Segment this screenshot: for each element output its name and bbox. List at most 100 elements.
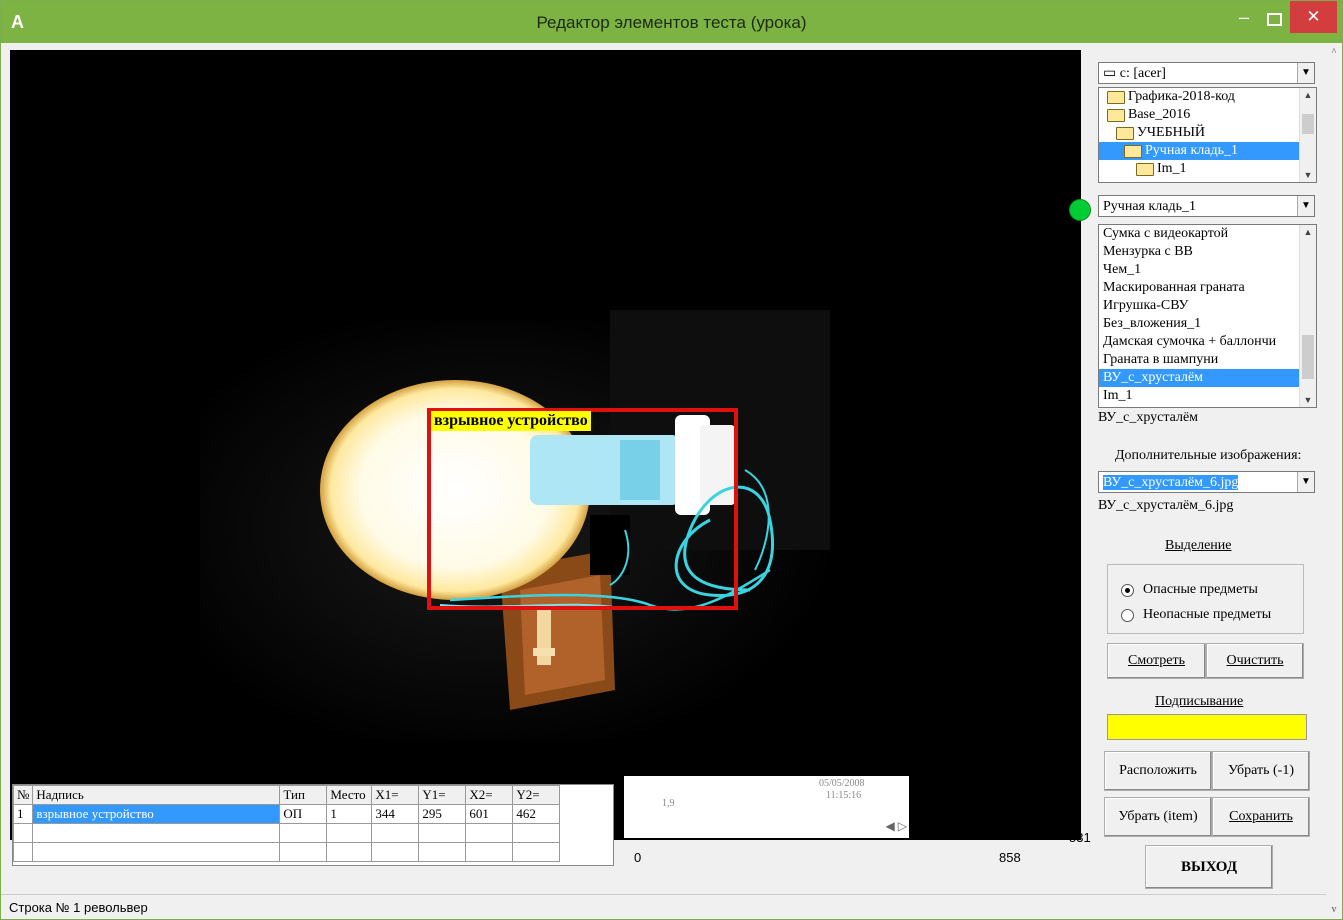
- list-item[interactable]: Без_вложения_1: [1099, 315, 1316, 333]
- cell[interactable]: [12, 823, 34, 843]
- cell[interactable]: взрывное устройство: [32, 804, 281, 824]
- cell[interactable]: [279, 823, 328, 843]
- cell[interactable]: ОП: [279, 804, 328, 824]
- annotations-grid[interactable]: № Надпись Тип Место X1= Y1= X2= Y2= 1 вз…: [12, 784, 614, 866]
- cell[interactable]: [512, 823, 561, 843]
- folder-select[interactable]: Ручная кладь_1 ▼: [1098, 195, 1315, 217]
- list-item[interactable]: Дамская сумочка + баллончи: [1099, 333, 1316, 351]
- col-caption[interactable]: Надпись: [32, 785, 281, 805]
- scroll-thumb[interactable]: [1302, 114, 1314, 134]
- radio-off-icon[interactable]: [1121, 608, 1134, 622]
- folder-list[interactable]: Графика-2018-код Base_2016 УЧЕБНЫЙ Ручна…: [1098, 87, 1317, 183]
- folder-item[interactable]: Base_2016: [1099, 106, 1316, 124]
- cell[interactable]: [32, 842, 281, 862]
- view-button[interactable]: Смотреть: [1107, 643, 1206, 679]
- cell[interactable]: [512, 842, 561, 862]
- cell[interactable]: [12, 842, 34, 862]
- folder-icon: [1124, 144, 1142, 158]
- range-max: 858: [999, 850, 1021, 865]
- scroll-up-icon[interactable]: ▲: [1300, 227, 1316, 237]
- remove-one-button[interactable]: Убрать (-1): [1212, 751, 1310, 791]
- annotation-box[interactable]: [427, 408, 738, 610]
- extra-image-current: ВУ_с_хрусталём_6.jpg: [1098, 498, 1234, 513]
- window-title: Редактор элементов теста (урока): [536, 13, 807, 32]
- cell[interactable]: 462: [512, 804, 561, 824]
- list-item[interactable]: Сумка с видеокартой: [1099, 225, 1316, 243]
- folder-item[interactable]: Im_1: [1099, 160, 1316, 178]
- drive-select[interactable]: ▭ c: [acer] ▼: [1098, 62, 1315, 84]
- scroll-down-icon[interactable]: ▼: [1300, 170, 1316, 180]
- chevron-down-icon[interactable]: ▼: [1297, 472, 1314, 492]
- chevron-down-icon[interactable]: ▼: [1297, 196, 1314, 216]
- save-button[interactable]: Сохранить: [1212, 797, 1310, 837]
- cell[interactable]: [465, 842, 514, 862]
- thumbnail-strip[interactable]: 1,9 05/05/2008 11:15:16 ◀ ▷: [624, 776, 909, 838]
- radio-safe[interactable]: Неопасные предметы: [1121, 607, 1271, 623]
- cell[interactable]: 601: [465, 804, 514, 824]
- cell[interactable]: 344: [371, 804, 420, 824]
- col-y2[interactable]: Y2=: [512, 785, 561, 805]
- cell[interactable]: 1: [12, 804, 34, 824]
- remove-item-button[interactable]: Убрать (item): [1104, 797, 1212, 837]
- list-item[interactable]: Игрушка-СВУ: [1099, 297, 1316, 315]
- file-scrollbar[interactable]: ▲ ▼: [1299, 225, 1316, 407]
- thumb-date: 05/05/2008: [819, 778, 865, 789]
- image-canvas[interactable]: взрывное устройство: [10, 50, 1081, 840]
- col-type[interactable]: Тип: [279, 785, 328, 805]
- cell[interactable]: 1: [326, 804, 373, 824]
- caption-input[interactable]: [1107, 714, 1307, 740]
- cell[interactable]: [465, 823, 514, 843]
- exit-button[interactable]: ВЫХОД: [1145, 845, 1273, 889]
- list-item[interactable]: Чем_1: [1099, 261, 1316, 279]
- col-x1[interactable]: X1=: [371, 785, 420, 805]
- right-panel: ▭ c: [acer] ▼ Графика-2018-код Base_2016…: [1069, 43, 1326, 893]
- cell[interactable]: [326, 842, 373, 862]
- cell[interactable]: [418, 842, 467, 862]
- maximize-button[interactable]: [1259, 7, 1289, 39]
- col-num[interactable]: №: [12, 785, 34, 805]
- scroll-up-icon[interactable]: ▲: [1300, 90, 1316, 100]
- radio-on-icon[interactable]: [1121, 583, 1134, 597]
- cell[interactable]: [32, 823, 281, 843]
- current-file: ВУ_с_хрусталём: [1098, 410, 1199, 425]
- chevron-down-icon[interactable]: ▼: [1297, 63, 1314, 83]
- window-scrollbar[interactable]: ^ v: [1326, 43, 1342, 919]
- scroll-thumb[interactable]: [1302, 335, 1314, 379]
- folder-scrollbar[interactable]: ▲ ▼: [1299, 88, 1316, 182]
- cell[interactable]: 295: [418, 804, 467, 824]
- list-item[interactable]: Мензурка с ВВ: [1099, 243, 1316, 261]
- cell[interactable]: [326, 823, 373, 843]
- extra-image-select[interactable]: ВУ_с_хрусталём_6.jpg ▼: [1098, 471, 1315, 493]
- minimize-button[interactable]: –: [1229, 7, 1259, 39]
- scroll-down-icon[interactable]: v: [1326, 904, 1342, 915]
- cell[interactable]: [371, 823, 420, 843]
- cell[interactable]: [418, 823, 467, 843]
- list-item[interactable]: Маскированная граната: [1099, 279, 1316, 297]
- table-row[interactable]: 1 взрывное устройство ОП 1 344 295 601 4…: [12, 804, 561, 824]
- list-item[interactable]: Im_1: [1099, 387, 1316, 405]
- folder-icon: [1107, 108, 1125, 122]
- place-button[interactable]: Расположить: [1104, 751, 1212, 791]
- scroll-up-icon[interactable]: ^: [1326, 47, 1342, 58]
- col-x2[interactable]: X2=: [465, 785, 514, 805]
- col-place[interactable]: Место: [326, 785, 373, 805]
- close-button[interactable]: ✕: [1290, 1, 1337, 33]
- list-item-selected[interactable]: ВУ_с_хрусталём: [1099, 369, 1299, 387]
- radio-dangerous[interactable]: Опасные предметы: [1121, 582, 1258, 598]
- table-row[interactable]: [12, 823, 561, 843]
- folder-item[interactable]: Графика-2018-код: [1099, 88, 1316, 106]
- title-bar[interactable]: A Редактор элементов теста (урока) – ✕: [1, 1, 1342, 43]
- scroll-down-icon[interactable]: ▼: [1300, 395, 1316, 405]
- list-item[interactable]: Граната в шампуни: [1099, 351, 1316, 369]
- clear-button[interactable]: Очистить: [1206, 643, 1304, 679]
- selection-title: Выделение: [1165, 538, 1232, 553]
- drive-select-value: c: [acer]: [1119, 66, 1166, 81]
- folder-item-selected[interactable]: Ручная кладь_1: [1099, 142, 1299, 160]
- col-y1[interactable]: Y1=: [418, 785, 467, 805]
- cell[interactable]: [371, 842, 420, 862]
- scroll-arrows-icon[interactable]: ◀ ▷: [886, 819, 907, 834]
- cell[interactable]: [279, 842, 328, 862]
- file-list[interactable]: Сумка с видеокартой Мензурка с ВВ Чем_1 …: [1098, 224, 1317, 408]
- table-row[interactable]: [12, 842, 561, 862]
- folder-item[interactable]: УЧЕБНЫЙ: [1099, 124, 1316, 142]
